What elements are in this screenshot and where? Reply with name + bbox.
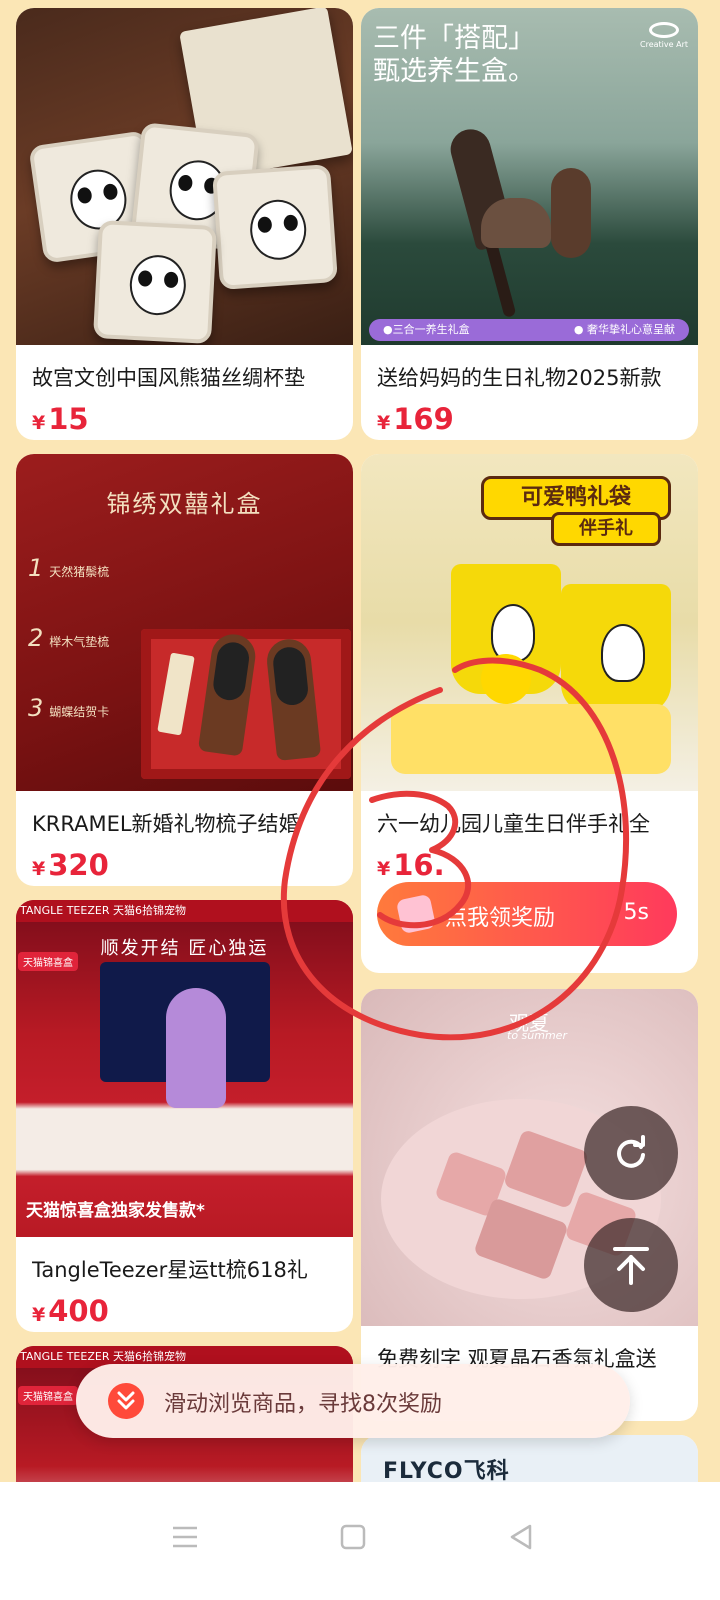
yellow-bag (561, 584, 671, 714)
image-feature: 3 蝴蝶结贺卡 (28, 694, 110, 722)
coaster (212, 164, 338, 290)
product-image (16, 8, 353, 345)
product-card-wedding-comb[interactable]: 锦绣双囍礼盒 1 天然猪鬃梳 2 榉木气垫梳 3 蝴蝶结贺卡 KRRAMEL新婚礼物梳… (16, 454, 353, 886)
refresh-icon (617, 1135, 645, 1168)
image-topbar: TANGLE TEEZER 天猫6拾锦宠物 (16, 900, 353, 922)
coaster (92, 219, 218, 345)
duck-toy (481, 654, 531, 704)
brand-logo: Creative Art (640, 22, 688, 49)
product-title: 六一幼儿园儿童生日伴手礼全 (377, 812, 650, 836)
home-icon (340, 1524, 366, 1550)
product-image: 三件「搭配」 甄选养生盒。 Creative Art ● 奢华挚礼心意呈献 ●三合一… (361, 8, 698, 345)
product-price: ¥169 (377, 402, 454, 436)
brand-logo: FLYCO飞科 (383, 1459, 510, 1484)
comb-clip (481, 198, 551, 248)
back-to-top-button[interactable] (584, 1218, 678, 1312)
image-banner: 伴手礼 (551, 512, 661, 546)
nav-menu-button[interactable] (160, 1512, 210, 1562)
nav-back-button[interactable] (496, 1512, 546, 1562)
product-price: ¥16. (377, 848, 445, 882)
product-card-mother-gift[interactable]: 三件「搭配」 甄选养生盒。 Creative Art ● 奢华挚礼心意呈献 ●三合一… (361, 8, 698, 440)
product-card-duck-gift[interactable]: 可爱鸭礼袋 伴手礼 六一幼儿园儿童生日伴手礼全 ¥16. 点我领奖励 5s (361, 454, 698, 973)
product-card-tangle-teezer[interactable]: TANGLE TEEZER 天猫6拾锦宠物 顺发开结 匠心独运 天猫锦喜盒 天猫… (16, 900, 353, 1332)
product-card-panda-coasters[interactable]: 故宫文创中国风熊猫丝绸杯垫 ¥15 (16, 8, 353, 440)
countdown: 5s (623, 900, 649, 925)
nav-home-button[interactable] (328, 1512, 378, 1562)
double-chevron-down-icon (108, 1383, 144, 1419)
image-headline: 三件「搭配」 甄选养生盒。 (373, 23, 535, 87)
image-feature: 1 天然猪鬃梳 (28, 554, 110, 582)
system-nav-bar (0, 1482, 720, 1600)
hairbrush (166, 988, 226, 1108)
product-image: TANGLE TEEZER 天猫6拾锦宠物 顺发开结 匠心独运 天猫锦喜盒 天猫… (16, 900, 353, 1237)
image-tagline: 天猫惊喜盒独家发售款* (26, 1201, 205, 1221)
refresh-button[interactable] (584, 1106, 678, 1200)
product-image: 锦绣双囍礼盒 1 天然猪鬃梳 2 榉木气垫梳 3 蝴蝶结贺卡 (16, 454, 353, 791)
image-headline: 锦绣双囍礼盒 (106, 490, 263, 518)
product-image: 可爱鸭礼袋 伴手礼 (361, 454, 698, 791)
back-icon (510, 1524, 532, 1550)
product-price: ¥15 (32, 402, 89, 436)
toys (391, 704, 671, 774)
image-badge: 天猫锦喜盒 (18, 1386, 78, 1405)
comb (551, 168, 591, 258)
image-feature: 2 榉木气垫梳 (28, 624, 110, 652)
product-title: 送给妈妈的生日礼物2025新款 (377, 366, 662, 390)
image-feature-bar: ● 奢华挚礼心意呈献 ●三合一养生礼盒 (369, 319, 689, 341)
claim-reward-button[interactable]: 点我领奖励 5s (377, 882, 677, 946)
product-price: ¥400 (32, 1294, 109, 1328)
browse-reward-toast[interactable]: 滑动浏览商品，寻找8次奖励 (76, 1364, 630, 1438)
toast-label: 滑动浏览商品，寻找8次奖励 (164, 1392, 442, 1417)
brand-subtitle: to summer (507, 1029, 567, 1042)
product-price: ¥320 (32, 848, 109, 882)
reward-icon (395, 893, 437, 935)
back-to-top-icon (613, 1247, 649, 1285)
product-title: 故宫文创中国风熊猫丝绸杯垫 (32, 366, 305, 390)
product-title: KRRAMEL新婚礼物梳子结婚 (32, 812, 300, 836)
product-card-crystal-aroma[interactable]: 观夏 to summer 免费刻字 观夏晶石香氛礼盒送 (361, 989, 698, 1421)
image-badge: 天猫锦喜盒 (18, 952, 78, 971)
menu-icon (173, 1526, 197, 1548)
product-title: TangleTeezer星运tt梳618礼 (32, 1258, 308, 1282)
